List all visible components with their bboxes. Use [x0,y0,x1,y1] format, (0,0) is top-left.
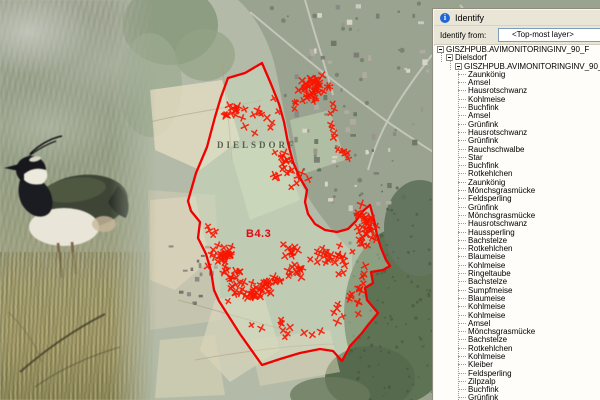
screenshot-stage: DIELSDORF B4.3 [0,0,600,400]
identify-title-row: i Identify [434,10,600,26]
tree-item-observation[interactable]: Grünfink [434,394,600,400]
tree-item-observation[interactable]: Mönchsgrasmücke [434,187,600,195]
identify-info-icon: i [440,13,450,23]
identify-from-label: Identify from: [440,31,486,40]
tree-item-observation[interactable]: Hausrotschwanz [434,129,600,137]
tree-item-observation[interactable]: Hausrotschwanz [434,87,600,95]
tree-item-observation[interactable]: Rotkehlchen [434,170,600,178]
tree-item-observation[interactable]: Rauchschwalbe [434,146,600,154]
map-place-label: DIELSDORF [217,140,297,150]
tree-item-observation[interactable]: Haussperling [434,229,600,237]
tree-item-observation[interactable]: Amsel [434,112,600,120]
tree-item-observation[interactable]: Blaumeise [434,295,600,303]
tree-item-observation[interactable]: Zaunkönig [434,71,600,79]
collapse-icon[interactable] [446,54,453,61]
tree-item-observation[interactable]: Blaumeise [434,253,600,261]
identify-window-header: i Identify Identify from: <Top-most laye… [434,10,600,45]
foreground-grass [0,252,158,400]
tree-item-observation[interactable]: Sumpfmeise [434,287,600,295]
tree-item-observation[interactable]: Kohlmeise [434,353,600,361]
map-area-label: B4.3 [246,228,271,240]
identify-results-tree: GISZHPUB.AVIMONITORINGINV_90_F Dielsdorf… [434,46,600,400]
tree-item-observation[interactable]: Kohlmeise [434,312,600,320]
observation-list: ZaunkönigAmselHausrotschwanzKohlmeiseBuc… [434,71,600,400]
tree-item-observation[interactable]: Mönchsgrasmücke [434,328,600,336]
tree-item-observation[interactable]: Feldsperling [434,195,600,203]
tree-item-observation[interactable]: Kleiber [434,361,600,369]
tree-item-observation[interactable]: Kohlmeise [434,303,600,311]
tree-item-observation[interactable]: Zilpzalp [434,378,600,386]
tree-item-observation[interactable]: Buchfink [434,386,600,394]
collapse-icon[interactable] [437,46,444,53]
layer-selector[interactable]: <Top-most layer> [498,28,600,42]
layer-selector-value: <Top-most layer> [512,30,574,39]
tree-item-observation[interactable]: Bachstelze [434,336,600,344]
tree-item-observation[interactable]: Rotkehlchen [434,245,600,253]
tree-item-observation[interactable]: Bachstelze [434,278,600,286]
tree-item-observation[interactable]: Kohlmeise [434,262,600,270]
lapwing-photo [0,0,158,400]
bird-beak [4,164,19,171]
tree-item-observation[interactable]: Feldsperling [434,370,600,378]
tree-item-observation[interactable]: Ringeltaube [434,270,600,278]
tree-item-observation[interactable]: Kohlmeise [434,96,600,104]
window-title: Identify [455,13,484,23]
tree-item-observation[interactable]: Buchfink [434,162,600,170]
tree-item-observation[interactable]: Buchfink [434,104,600,112]
tree-item-observation[interactable]: Hausrotschwanz [434,220,600,228]
tree-item-observation[interactable]: Rotkehlchen [434,345,600,353]
tree-item-observation[interactable]: Bachstelze [434,237,600,245]
identify-window: i Identify Identify from: <Top-most laye… [432,8,600,400]
tree-item-observation[interactable]: Star [434,154,600,162]
